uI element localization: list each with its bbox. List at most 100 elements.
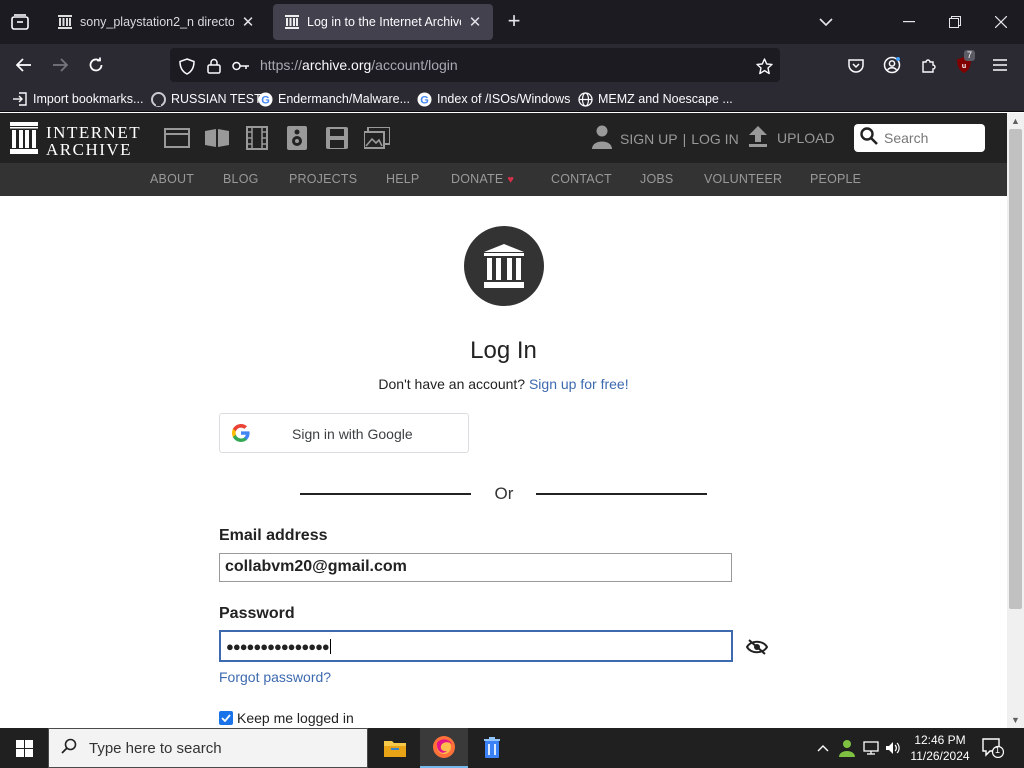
password-label: Password <box>219 605 295 622</box>
google-icon: G <box>416 91 432 107</box>
nav-projects[interactable]: PROJECTS <box>289 172 357 186</box>
software-floppy-icon[interactable] <box>323 124 351 152</box>
archive-logo-circle <box>464 226 544 306</box>
bookmark-import[interactable]: Import bookmarks... <box>12 90 143 108</box>
notification-center-icon[interactable]: 1 <box>982 738 1005 759</box>
ia-search-box[interactable] <box>854 124 985 152</box>
sign-up-free-link[interactable]: Sign up for free! <box>529 376 629 392</box>
forgot-password-link[interactable]: Forgot password? <box>219 669 331 685</box>
new-tab-icon[interactable]: + <box>502 10 526 34</box>
search-icon <box>61 738 77 759</box>
taskbar-clock[interactable]: 12:46 PM 11/26/2024 <box>906 732 974 764</box>
taskbar-search-box[interactable]: Type here to search <box>48 728 368 768</box>
upload-label: UPLOAD <box>777 129 835 146</box>
audio-speaker-icon[interactable] <box>283 124 311 152</box>
upload-link[interactable]: UPLOAD <box>748 125 835 150</box>
windows-start-icon[interactable] <box>0 728 48 768</box>
restore-icon[interactable] <box>943 10 967 34</box>
nav-contact[interactable]: CONTACT <box>551 172 612 186</box>
network-icon[interactable] <box>861 738 881 758</box>
notification-count: 1 <box>995 745 1001 755</box>
bookmark-russian-test[interactable]: RUSSIAN TEST <box>150 90 262 108</box>
reload-icon[interactable] <box>83 53 109 77</box>
web-icon[interactable] <box>163 124 191 152</box>
archive-building-icon <box>10 122 38 159</box>
google-icon: G <box>257 91 273 107</box>
recycle-bin-icon[interactable] <box>468 728 516 768</box>
search-input[interactable] <box>884 130 984 146</box>
page-scrollbar[interactable]: ▲ ▼ <box>1007 113 1024 728</box>
signup-prompt: Don't have an account? Sign up for free! <box>0 376 1007 392</box>
clock-time: 12:46 PM <box>914 733 966 747</box>
nav-blog[interactable]: BLOG <box>223 172 259 186</box>
password-field[interactable]: ●●●●●●●●●●●●●●● <box>219 630 733 662</box>
google-sign-in-button[interactable]: Sign in with Google <box>219 413 469 453</box>
texts-book-icon[interactable] <box>203 124 231 152</box>
ia-logo-text: INTERNET ARCHIVE <box>46 124 141 158</box>
key-icon[interactable] <box>232 57 250 75</box>
archive-favicon-icon <box>285 15 299 29</box>
lock-icon[interactable] <box>205 57 223 75</box>
link-separator: | <box>682 130 687 147</box>
scroll-down-arrow-icon[interactable]: ▼ <box>1007 712 1024 728</box>
keep-logged-in[interactable]: Keep me logged in <box>219 710 354 726</box>
email-field[interactable]: collabvm20@gmail.com <box>219 553 732 582</box>
video-film-icon[interactable] <box>243 124 271 152</box>
bookmark-label: Index of /ISOs/Windows <box>437 92 571 106</box>
firefox-icon[interactable] <box>420 728 468 768</box>
log-in-link[interactable]: LOG IN <box>691 131 738 147</box>
pocket-icon[interactable] <box>844 53 868 77</box>
scroll-up-arrow-icon[interactable]: ▲ <box>1007 113 1024 129</box>
keep-logged-in-checkbox[interactable] <box>219 711 233 725</box>
bookmark-memz[interactable]: MEMZ and Noescape ... <box>577 90 733 108</box>
nav-about[interactable]: ABOUT <box>150 172 194 186</box>
tracking-shield-icon[interactable] <box>178 57 196 75</box>
nav-people[interactable]: PEOPLE <box>810 172 861 186</box>
nav-volunteer[interactable]: VOLUNTEER <box>704 172 782 186</box>
show-hidden-icons-chevron-icon[interactable] <box>813 738 833 758</box>
address-bar[interactable]: https://archive.org/account/login <box>170 48 780 82</box>
bookmark-label: Import bookmarks... <box>33 92 144 106</box>
upload-arrow-icon <box>748 125 768 150</box>
extensions-puzzle-icon[interactable] <box>916 53 940 77</box>
file-explorer-icon[interactable] <box>371 728 419 768</box>
user-icon <box>592 125 612 152</box>
close-window-icon[interactable] <box>989 10 1013 34</box>
nav-jobs[interactable]: JOBS <box>640 172 673 186</box>
volume-icon[interactable] <box>883 738 903 758</box>
sign-up-link[interactable]: SIGN UP <box>620 131 678 147</box>
archive-building-icon <box>484 244 524 288</box>
images-icon[interactable] <box>363 124 391 152</box>
user-status-icon[interactable] <box>837 738 857 758</box>
scrollbar-thumb[interactable] <box>1009 129 1022 609</box>
bookmark-isos[interactable]: G Index of /ISOs/Windows <box>416 90 570 108</box>
close-tab-icon[interactable]: ✕ <box>467 14 483 31</box>
hamburger-menu-icon[interactable] <box>988 53 1012 77</box>
tab-directory-listing[interactable]: sony_playstation2_n directory listing ✕ <box>46 4 266 40</box>
or-divider-text: Or <box>494 484 514 503</box>
forward-arrow-icon[interactable] <box>47 53 73 77</box>
nav-donate-label: DONATE <box>451 172 504 186</box>
google-g-icon <box>232 424 250 442</box>
nav-donate[interactable]: DONATE ♥ <box>451 172 514 186</box>
bookmark-star-icon[interactable] <box>755 57 773 75</box>
bookmark-endermanch[interactable]: G Endermanch/Malware... <box>257 90 410 108</box>
minimize-icon[interactable] <box>897 10 921 34</box>
account-icon[interactable] <box>880 53 904 77</box>
ublock-origin-icon[interactable]: u 7 <box>952 50 976 77</box>
ia-logo[interactable]: INTERNET ARCHIVE <box>10 122 141 159</box>
bookmarks-toolbar: Import bookmarks... RUSSIAN TEST G Ender… <box>0 86 1024 112</box>
import-icon <box>12 91 28 107</box>
nav-help[interactable]: HELP <box>386 172 419 186</box>
password-dots: ●●●●●●●●●●●●●●● <box>226 639 330 654</box>
svg-text:G: G <box>261 94 270 106</box>
list-all-tabs-icon[interactable] <box>8 11 32 33</box>
tab-login[interactable]: Log in to the Internet Archive ✕ <box>273 4 493 40</box>
bookmark-label: RUSSIAN TEST <box>171 92 262 106</box>
ia-secondary-nav: ABOUT BLOG PROJECTS HELP DONATE ♥ CONTACT… <box>0 163 1007 196</box>
back-arrow-icon[interactable] <box>11 53 37 77</box>
tab-overflow-chevron-icon[interactable] <box>814 10 838 34</box>
show-password-eye-icon[interactable] <box>745 636 769 658</box>
ia-top-bar: INTERNET ARCHIVE SIGN UP | LOG IN UPLOAD… <box>0 113 1007 163</box>
close-tab-icon[interactable]: ✕ <box>240 14 256 31</box>
